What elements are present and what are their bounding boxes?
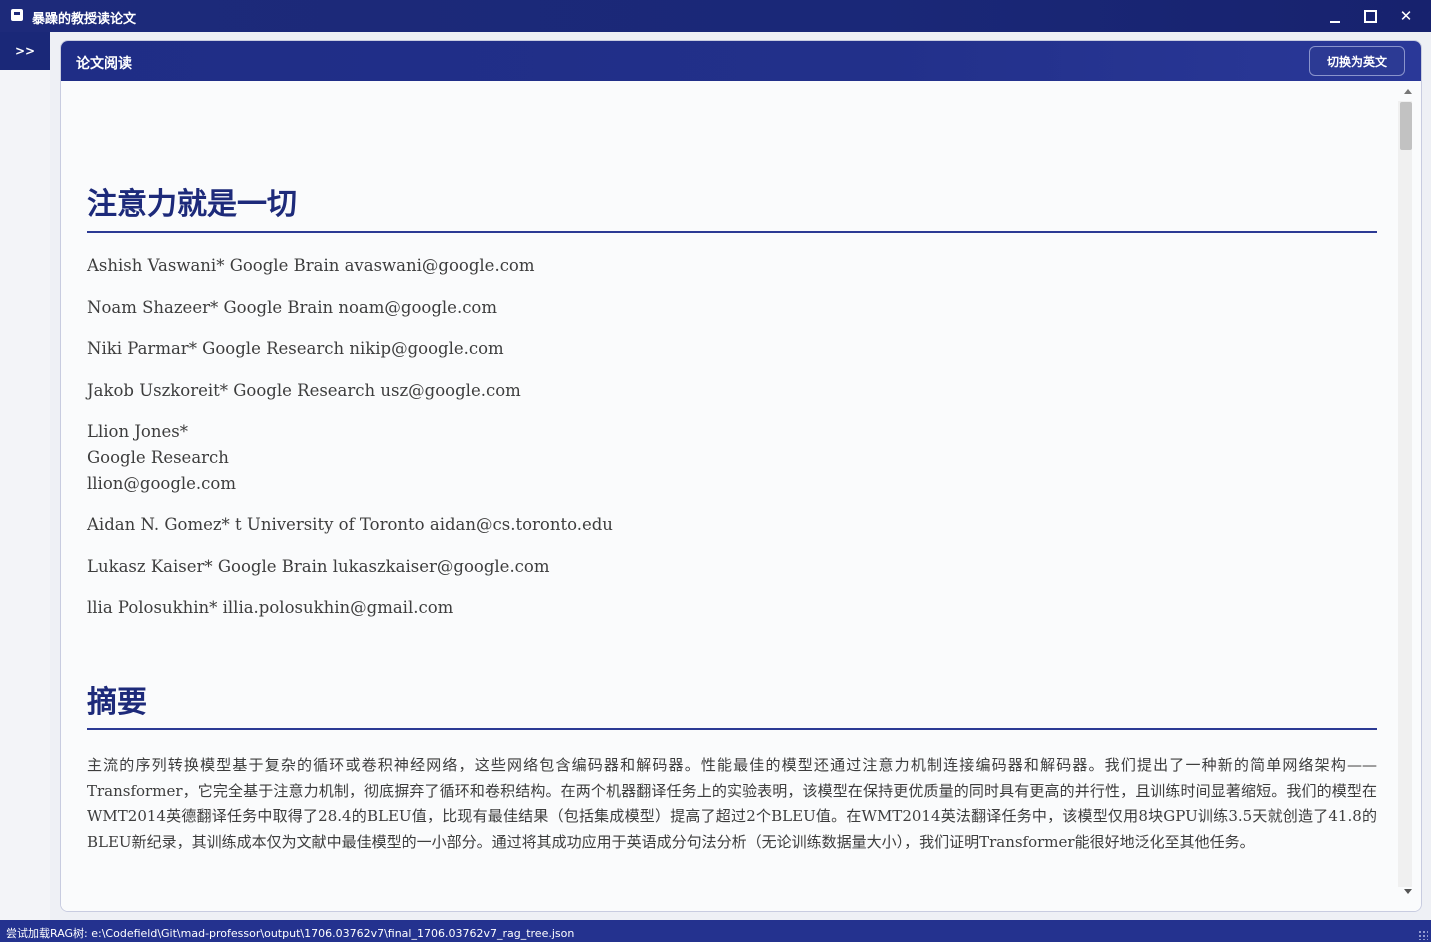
- scroll-track[interactable]: [1398, 101, 1412, 887]
- abstract-text: 主流的序列转换模型基于复杂的循环或卷积神经网络，这些网络包含编码器和解码器。性能…: [87, 756, 1377, 851]
- resize-grip-icon[interactable]: [1418, 930, 1428, 940]
- close-icon: ✕: [1399, 7, 1413, 25]
- close-button[interactable]: ✕: [1389, 0, 1423, 32]
- window-title: 暴躁的教授读论文: [32, 12, 137, 27]
- author-entry: Jakob Uszkoreit* Google Research usz@goo…: [87, 378, 521, 404]
- author-line: Noam Shazeer* Google Brain noam@google.c…: [87, 298, 498, 317]
- maximize-button[interactable]: [1353, 0, 1387, 32]
- vertical-scrollbar[interactable]: [1397, 81, 1421, 911]
- panel-title: 论文阅读: [76, 56, 132, 72]
- title-bar: 暴躁的教授读论文 ✕: [0, 0, 1431, 32]
- abstract-divider: [87, 728, 1377, 730]
- paper-content[interactable]: 注意力就是一切 Ashish Vaswani* Google Brain ava…: [61, 81, 1397, 911]
- scroll-thumb[interactable]: [1400, 102, 1412, 150]
- switch-language-button[interactable]: 切换为英文: [1309, 46, 1405, 76]
- status-bar: 尝试加载RAG树: e:\Codefield\Git\mad-professor…: [0, 920, 1431, 942]
- author-line: Jakob Uszkoreit* Google Research usz@goo…: [87, 381, 521, 400]
- paper-reading-panel: 论文阅读 切换为英文 注意力就是一切 Ashish Vaswani* Googl…: [60, 40, 1422, 912]
- title-divider: [87, 231, 1377, 233]
- author-line: llia Polosukhin* illia.polosukhin@gmail.…: [87, 598, 454, 617]
- app-icon: [11, 9, 23, 21]
- status-text: 尝试加载RAG树: e:\Codefield\Git\mad-professor…: [6, 927, 575, 940]
- author-line: Lukasz Kaiser* Google Brain lukaszkaiser…: [87, 557, 550, 576]
- author-entry: Lukasz Kaiser* Google Brain lukaszkaiser…: [87, 554, 550, 580]
- scroll-down-arrow-icon[interactable]: [1404, 889, 1412, 894]
- author-entry: Llion Jones* Google Research llion@google.…: [87, 419, 236, 497]
- author-entry: Noam Shazeer* Google Brain noam@google.c…: [87, 295, 497, 321]
- sidebar-toggle-button[interactable]: >>: [0, 32, 50, 70]
- author-entry: Aidan N. Gomez* t University of Toronto …: [87, 512, 613, 538]
- minimize-icon: [1330, 21, 1340, 23]
- author-entry: llia Polosukhin* illia.polosukhin@gmail.…: [87, 595, 453, 621]
- abstract-heading: 摘要: [87, 685, 147, 720]
- paper-title: 注意力就是一切: [87, 187, 297, 222]
- maximize-icon: [1363, 9, 1377, 23]
- minimize-button[interactable]: [1318, 0, 1352, 32]
- scroll-up-arrow-icon[interactable]: [1404, 89, 1412, 94]
- author-entry: Ashish Vaswani* Google Brain avaswani@go…: [87, 253, 535, 279]
- author-line: Aidan N. Gomez* t University of Toronto …: [87, 515, 613, 534]
- author-line: Llion Jones*: [87, 422, 188, 441]
- sidebar-collapsed: [0, 32, 50, 920]
- author-line: Google Research: [87, 448, 229, 467]
- author-entry: Niki Parmar* Google Research nikip@googl…: [87, 336, 504, 362]
- author-line: Ashish Vaswani* Google Brain avaswani@go…: [87, 256, 535, 275]
- author-line: Niki Parmar* Google Research nikip@googl…: [87, 339, 504, 358]
- author-line: llion@google.com: [87, 474, 236, 493]
- panel-header: 论文阅读 切换为英文: [61, 41, 1421, 81]
